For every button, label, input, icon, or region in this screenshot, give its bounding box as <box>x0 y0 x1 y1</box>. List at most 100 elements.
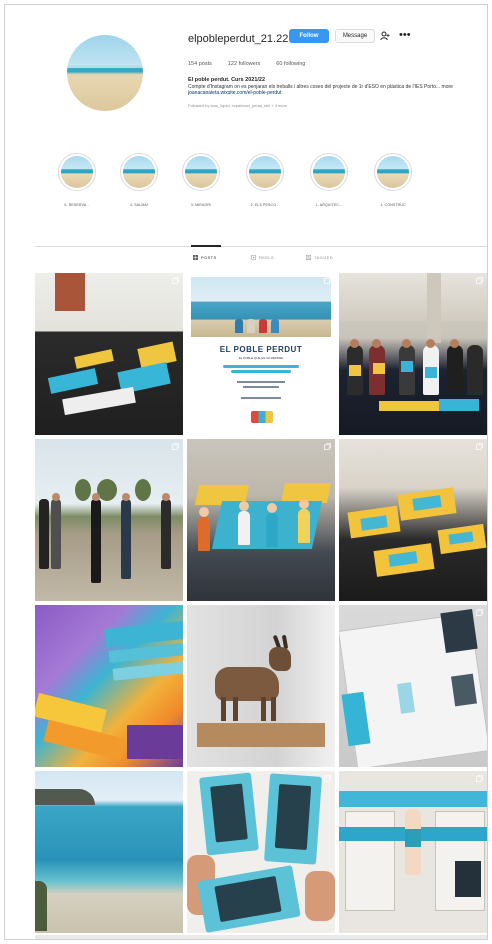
tabs-divider <box>35 246 487 247</box>
person-icon[interactable] <box>380 31 390 41</box>
post-thumbnail[interactable] <box>187 605 335 767</box>
post-head-shape <box>92 493 100 501</box>
highlight-cover <box>313 156 345 188</box>
post-head-shape <box>372 339 381 348</box>
poster-title: EL POBLE PERDUT <box>219 345 303 354</box>
highlight-item[interactable]: 1. CONSTRUC <box>369 153 417 207</box>
post-thumbnail[interactable] <box>187 439 335 601</box>
post-tree-shape <box>97 479 117 501</box>
multi-post-icon <box>476 775 483 782</box>
post-thumbnail[interactable] <box>339 771 487 933</box>
post-tree-shape <box>75 479 91 501</box>
post-head-shape <box>122 493 130 501</box>
following-count[interactable]: 60 following <box>276 61 305 67</box>
message-button[interactable]: Message <box>335 29 375 43</box>
post-thumbnail[interactable] <box>35 439 183 601</box>
post-person-shape <box>51 499 61 569</box>
profile-username: elpobleperdut_21.22 <box>188 33 289 45</box>
tab-reels[interactable]: REELS <box>251 255 274 260</box>
profile-header: elpobleperdut_21.22 Follow Message ••• 1… <box>5 5 487 145</box>
highlight-item[interactable]: 2. ELS PESCO... <box>241 153 289 207</box>
highlight-ring <box>58 153 96 191</box>
post-hand-shape <box>305 871 335 921</box>
popup-page-shape <box>345 811 395 911</box>
multi-post-icon <box>172 443 179 450</box>
highlight-label: 5. RESERVA... <box>64 203 90 207</box>
goat-leg-shape <box>261 697 266 721</box>
profile-tabs: POSTS REELS TAGGED <box>5 255 487 267</box>
multi-post-icon <box>324 443 331 450</box>
highlight-item[interactable]: 1. ARQUITEC... <box>305 153 353 207</box>
profile-avatar[interactable] <box>67 35 143 111</box>
post-sign-shape <box>425 367 437 378</box>
highlight-cover <box>185 156 217 188</box>
highlight-cover <box>61 156 93 188</box>
tab-tagged[interactable]: TAGGED <box>306 255 333 260</box>
goat-leg-shape <box>233 697 238 721</box>
tab-posts-label: POSTS <box>201 255 217 260</box>
highlight-label: 4. SALMAI <box>129 203 149 207</box>
highlight-item[interactable]: 3. MIRAORI <box>177 153 225 207</box>
post-thumbnail[interactable] <box>339 273 487 435</box>
post-figurine-head <box>299 499 309 509</box>
post-thumbnail[interactable] <box>35 273 183 435</box>
profile-stats: 154 posts 122 followers 60 following <box>188 61 305 67</box>
profile-bio: El poble perdut. Curs 2021/22 Compte d'I… <box>188 77 483 109</box>
post-paper-shape <box>127 725 183 759</box>
post-head-shape <box>450 339 459 348</box>
post-rock-shape <box>35 789 95 805</box>
highlight-cover <box>123 156 155 188</box>
followed-by-text[interactable]: Followed by laoo_liquid, xxpaintaxt_peda… <box>188 103 483 110</box>
goat-head-shape <box>269 647 291 671</box>
highlight-ring <box>246 153 284 191</box>
post-person-shape <box>91 499 101 583</box>
popup-sky-shape <box>339 791 487 807</box>
poster-text-line <box>241 397 281 399</box>
post-paper-shape <box>108 643 183 663</box>
post-sign-shape <box>401 361 413 372</box>
post-thumbnail[interactable] <box>339 439 487 601</box>
tab-tagged-label: TAGGED <box>314 255 333 260</box>
highlight-item[interactable]: 4. SALMAI <box>115 153 163 207</box>
poster-kid-figure <box>271 319 279 333</box>
highlight-ring <box>374 153 412 191</box>
bio-link[interactable]: joanacanaleta.wixsite.com/el-poble-perdu… <box>188 90 483 97</box>
active-tab-indicator <box>191 245 221 247</box>
post-sign-shape <box>373 363 385 374</box>
post-thumbnail[interactable]: EL POBLE PERDUT EL POBLE QUE ES VA PERDR… <box>187 273 335 435</box>
post-paper-shape <box>104 620 183 648</box>
post-thumbnail[interactable] <box>35 771 183 933</box>
post-sign-shape <box>379 401 439 411</box>
post-thumbnail[interactable] <box>35 605 183 767</box>
grid-icon <box>193 255 198 260</box>
highlight-item[interactable]: 5. RESERVA... <box>53 153 101 207</box>
post-figurine-shape <box>298 509 310 543</box>
post-person-shape <box>161 499 171 569</box>
poster-text-line <box>237 381 285 383</box>
post-person-shape <box>447 345 463 395</box>
multi-post-icon <box>172 277 179 284</box>
post-shrub-shape <box>35 881 47 931</box>
highlight-ring <box>310 153 348 191</box>
more-icon[interactable]: ••• <box>399 29 411 41</box>
post-person-shape <box>121 499 131 579</box>
goat-body-shape <box>215 667 279 701</box>
tab-posts[interactable]: POSTS <box>193 255 217 260</box>
post-thumbnail[interactable] <box>339 605 487 767</box>
post-figurine-head <box>267 503 277 513</box>
reels-icon <box>251 255 256 260</box>
post-figurine-head <box>239 501 249 511</box>
poster-kid-figure <box>247 319 255 333</box>
popup-suit-shape <box>405 829 421 847</box>
post-thumbnail[interactable] <box>187 771 335 933</box>
follow-button[interactable]: Follow <box>289 29 329 43</box>
post-head-shape <box>402 339 411 348</box>
highlight-ring <box>120 153 158 191</box>
poster-subtitle: EL POBLE QUE ES VA PERDRE <box>238 356 284 360</box>
followers-count[interactable]: 122 followers <box>228 61 260 67</box>
poster-photo <box>191 277 331 337</box>
multi-post-icon <box>324 775 331 782</box>
post-sheet-shape <box>62 386 136 416</box>
highlight-label: 2. ELS PESCO... <box>250 203 280 207</box>
post-figurine-shape <box>198 517 210 551</box>
